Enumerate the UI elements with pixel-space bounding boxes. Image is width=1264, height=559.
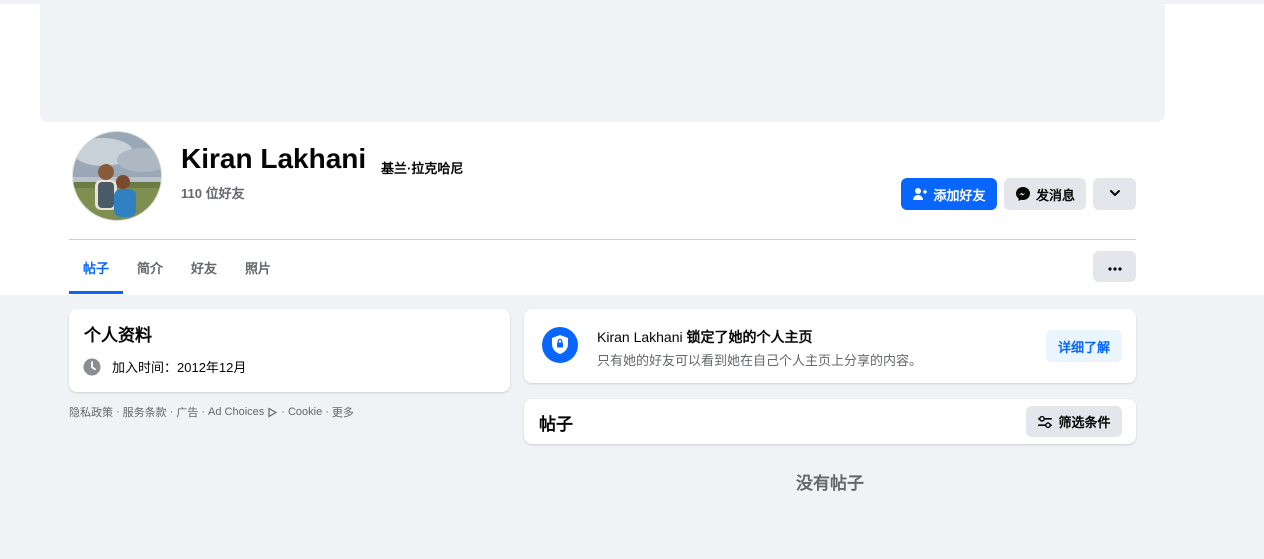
more-icon — [1107, 258, 1122, 276]
avatar[interactable] — [72, 131, 162, 221]
footer-link-ads[interactable]: 广告 — [176, 404, 198, 420]
messenger-icon — [1015, 186, 1031, 202]
clock-icon — [83, 358, 101, 376]
shield-lock-icon — [542, 327, 578, 363]
tab-friends[interactable]: 好友 — [177, 240, 231, 294]
posts-header-card: 帖子 筛选条件 — [524, 399, 1136, 444]
filter-icon — [1037, 415, 1053, 429]
profile-name: Kiran Lakhani — [181, 143, 367, 174]
lock-notice-title-text: 锁定了她的个人主页 — [682, 329, 813, 345]
lock-notice-name: Kiran Lakhani — [597, 329, 683, 345]
joined-date: 加入时间：2012年12月 — [112, 360, 247, 375]
profile-alternate-name: 基兰·拉克哈尼 — [381, 161, 464, 176]
footer-links: 隐私政策 · 服务条款 · 广告 · Ad Choices · Cookie ·… — [69, 404, 354, 420]
joined-row: 加入时间：2012年12月 — [83, 357, 246, 376]
ad-choices-icon — [267, 406, 278, 418]
lock-notice-description: 只有她的好友可以看到她在自己个人主页上分享的内容。 — [597, 353, 923, 368]
intro-card: 个人资料 加入时间：2012年12月 — [69, 309, 510, 392]
add-friend-icon — [912, 186, 928, 202]
filter-button[interactable]: 筛选条件 — [1026, 406, 1122, 437]
lock-notice-title: Kiran Lakhani 锁定了她的个人主页 — [597, 327, 813, 347]
footer-link-ad-choices[interactable]: Ad Choices — [208, 406, 264, 418]
cover-photo[interactable] — [40, 4, 1165, 122]
profile-tabs: 帖子 简介 好友 照片 — [69, 240, 285, 294]
footer-link-terms[interactable]: 服务条款 — [123, 404, 167, 420]
intro-title: 个人资料 — [84, 326, 152, 345]
tab-photos[interactable]: 照片 — [231, 240, 285, 294]
add-friend-label: 添加好友 — [933, 187, 986, 203]
filter-label: 筛选条件 — [1058, 415, 1111, 430]
chevron-down-icon — [1109, 187, 1121, 202]
message-button[interactable]: 发消息 — [1004, 178, 1086, 210]
posts-title: 帖子 — [539, 415, 573, 434]
tabs-more-button[interactable] — [1093, 251, 1136, 282]
learn-more-button[interactable]: 详细了解 — [1046, 330, 1122, 362]
add-friend-button[interactable]: 添加好友 — [901, 178, 997, 210]
message-label: 发消息 — [1035, 187, 1075, 203]
no-posts-message: 没有帖子 — [796, 474, 864, 493]
footer-link-more[interactable]: 更多 — [332, 404, 354, 420]
tab-posts[interactable]: 帖子 — [69, 240, 124, 294]
footer-link-privacy[interactable]: 隐私政策 — [69, 404, 113, 420]
locked-profile-notice: Kiran Lakhani 锁定了她的个人主页 只有她的好友可以看到她在自己个人… — [524, 309, 1136, 383]
footer-link-cookie[interactable]: Cookie — [288, 406, 322, 418]
friends-count[interactable]: 110 位好友 — [181, 183, 245, 202]
tab-about[interactable]: 简介 — [123, 240, 177, 294]
profile-more-button[interactable] — [1093, 178, 1136, 210]
